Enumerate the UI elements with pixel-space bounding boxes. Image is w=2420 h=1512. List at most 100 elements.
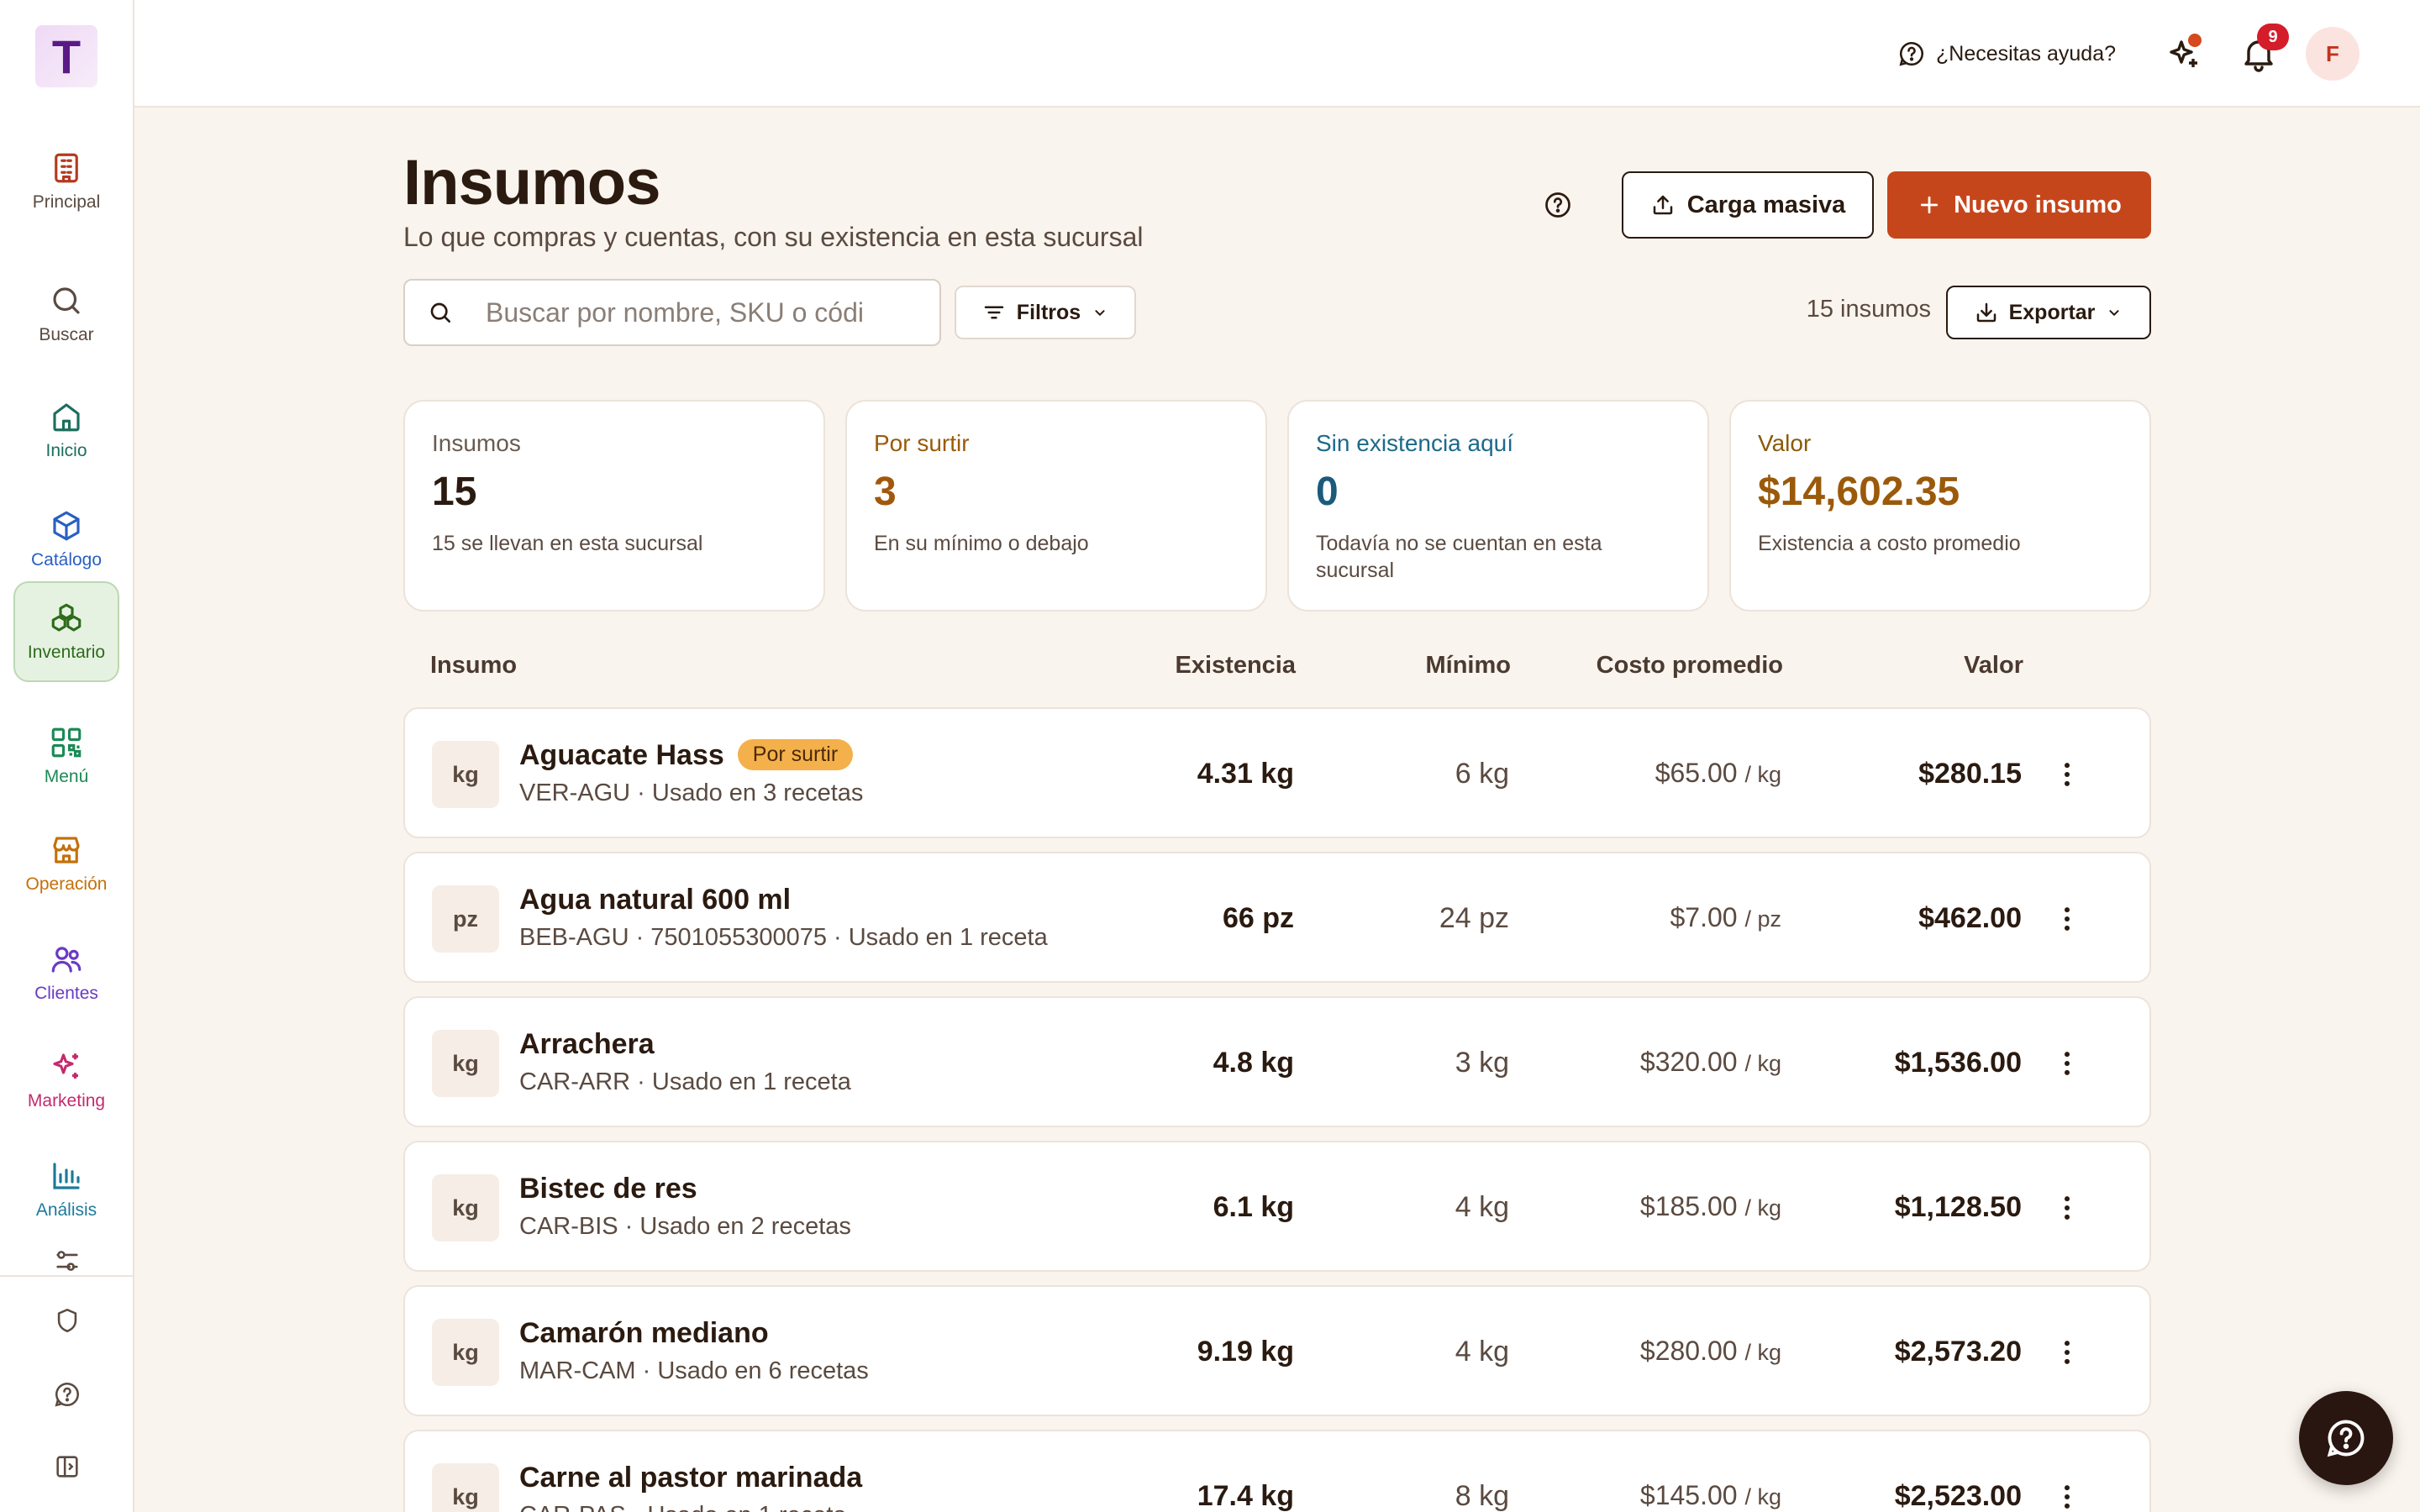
stat-value: $14,602.35	[1758, 470, 1960, 514]
new-supply-label: Nuevo insumo	[1954, 191, 2122, 218]
sidebar-collapse-button[interactable]	[0, 1433, 134, 1500]
brand-logo[interactable]: T	[35, 25, 97, 87]
unit-badge: kg	[432, 1463, 499, 1512]
stat-card-no-stock[interactable]: Sin existencia aquí 0 Todavía no se cuen…	[1287, 400, 1709, 612]
stat-label: Sin existencia aquí	[1316, 430, 1514, 456]
row-actions-button[interactable]	[2050, 1336, 2084, 1369]
filters-button[interactable]: Filtros	[955, 286, 1136, 339]
row-actions-button[interactable]	[2050, 902, 2084, 936]
cost-value: $7.00 / pz	[1670, 902, 1782, 933]
row-actions-button[interactable]	[2050, 1191, 2084, 1225]
help-link[interactable]: ¿Necesitas ayuda?	[1897, 37, 2116, 71]
total-value: $2,523.00	[1894, 1480, 2022, 1512]
cost-value: $320.00 / kg	[1640, 1047, 1781, 1078]
table-row[interactable]: pz Agua natural 600 ml BEB-AGU · 7501055…	[403, 852, 2151, 983]
supply-name: Aguacate Hass Por surtir	[519, 739, 854, 772]
cost-value: $65.00 / kg	[1655, 758, 1781, 789]
stock-value: 17.4 kg	[1197, 1480, 1294, 1512]
stat-label: Valor	[1758, 430, 1812, 456]
stat-label: Insumos	[432, 430, 521, 456]
unit-badge: pz	[432, 885, 499, 953]
cost-amount: $280.00	[1639, 1336, 1738, 1366]
cost-amount: $7.00	[1670, 902, 1738, 932]
row-actions-button[interactable]	[2050, 1480, 2084, 1512]
column-header-stock[interactable]: Existencia	[1176, 652, 1296, 680]
supply-meta: CAR-BIS · Usado en 2 recetas	[519, 1213, 851, 1240]
export-label: Exportar	[2008, 300, 2096, 324]
help-circle-icon	[55, 1382, 79, 1407]
sidebar: T Principal Buscar Inicio Catálogo Inven…	[0, 0, 134, 1512]
column-header-min[interactable]: Mínimo	[1426, 652, 1512, 680]
row-actions-button[interactable]	[2050, 758, 2084, 791]
stat-description: En su mínimo o debajo	[874, 532, 1089, 555]
supply-meta: CAR-PAS · Usado en 1 receta	[519, 1502, 847, 1512]
notifications-badge: 9	[2257, 24, 2289, 50]
new-supply-button[interactable]: Nuevo insumo	[1887, 171, 2151, 239]
cost-amount: $320.00	[1639, 1047, 1738, 1077]
sidebar-security-button[interactable]	[0, 1287, 134, 1354]
stat-card-to-restock[interactable]: Por surtir 3 En su mínimo o debajo	[845, 400, 1267, 612]
upload-icon	[1653, 195, 1672, 215]
table-row[interactable]: kg Carne al pastor marinada CAR-PAS · Us…	[403, 1430, 2151, 1512]
supply-name: Agua natural 600 ml	[519, 884, 792, 916]
min-value: 6 kg	[1455, 758, 1509, 790]
total-value: $462.00	[1918, 902, 2022, 934]
sidebar-item-label: Menú	[44, 767, 89, 786]
sliders-icon	[56, 1251, 78, 1271]
export-button[interactable]: Exportar	[1946, 286, 2151, 339]
stat-card-value[interactable]: Valor $14,602.35 Existencia a costo prom…	[1729, 400, 2151, 612]
sidebar-item-inventario[interactable]: Inventario	[13, 581, 119, 682]
box-icon	[53, 511, 80, 541]
sidebar-item-clientes[interactable]: Clientes	[13, 922, 119, 1023]
avatar[interactable]: F	[2306, 27, 2360, 81]
supply-name: Bistec de res	[519, 1173, 697, 1205]
stat-label: Por surtir	[874, 430, 970, 456]
sidebar-item-analisis[interactable]: Análisis	[13, 1139, 119, 1240]
sidebar-item-inicio[interactable]: Inicio	[13, 380, 119, 480]
sidebar-item-menu[interactable]: Menú	[13, 706, 119, 806]
search-box	[403, 279, 941, 346]
search-input[interactable]	[486, 297, 906, 328]
table-row[interactable]: kg Aguacate Hass Por surtir VER-AGU · Usa…	[403, 707, 2151, 838]
help-chat-button[interactable]	[2299, 1391, 2393, 1485]
sidebar-item-buscar[interactable]: Buscar	[13, 264, 119, 365]
sidebar-help-button[interactable]	[0, 1361, 134, 1428]
row-actions-button[interactable]	[2050, 1047, 2084, 1080]
column-header-value[interactable]: Valor	[1964, 652, 2023, 680]
sidebar-item-label: Buscar	[39, 325, 94, 344]
min-value: 3 kg	[1455, 1047, 1509, 1079]
unit-badge: kg	[432, 1319, 499, 1386]
sidebar-divider	[0, 1275, 134, 1277]
table-row[interactable]: kg Arrachera CAR-ARR · Usado en 1 receta…	[403, 996, 2151, 1127]
page-help-button[interactable]	[1543, 190, 1573, 220]
column-header-name[interactable]: Insumo	[430, 652, 517, 680]
table-row[interactable]: kg Bistec de res CAR-BIS · Usado en 2 re…	[403, 1141, 2151, 1272]
unit-badge: kg	[432, 741, 499, 808]
sidebar-item-label: Clientes	[34, 984, 98, 1003]
total-value: $2,573.20	[1894, 1336, 2022, 1368]
ai-indicator-dot	[2188, 34, 2202, 47]
more-vertical-icon	[2065, 763, 2070, 786]
bulk-upload-button[interactable]: Carga masiva	[1622, 171, 1874, 239]
table-row[interactable]: kg Camarón mediano MAR-CAM · Usado en 6 …	[403, 1285, 2151, 1416]
sidebar-toggle-icon	[56, 1456, 78, 1478]
sidebar-item-label: Inicio	[45, 441, 87, 460]
stat-value: 15	[432, 470, 477, 514]
cost-unit: / kg	[1744, 762, 1781, 787]
min-value: 4 kg	[1455, 1336, 1509, 1368]
cost-amount: $185.00	[1639, 1191, 1738, 1221]
cost-amount: $65.00	[1655, 758, 1738, 788]
sidebar-item-catalogo[interactable]: Catálogo	[13, 489, 119, 590]
results-count: 15 insumos	[1806, 296, 1931, 323]
stock-value: 9.19 kg	[1197, 1336, 1294, 1368]
stock-value: 6.1 kg	[1213, 1191, 1294, 1223]
sidebar-item-principal[interactable]: Principal	[13, 131, 119, 232]
stat-card-total[interactable]: Insumos 15 15 se llevan en esta sucursal	[403, 400, 825, 612]
sidebar-item-label: Catálogo	[30, 550, 103, 570]
sidebar-item-operacion[interactable]: Operación	[13, 813, 119, 914]
sidebar-item-marketing[interactable]: Marketing	[13, 1030, 119, 1131]
sidebar-item-settings-partial[interactable]	[0, 1240, 134, 1275]
qr-icon	[51, 727, 82, 758]
column-header-cost[interactable]: Costo promedio	[1597, 652, 1783, 680]
status-badge: Por surtir	[737, 739, 854, 770]
